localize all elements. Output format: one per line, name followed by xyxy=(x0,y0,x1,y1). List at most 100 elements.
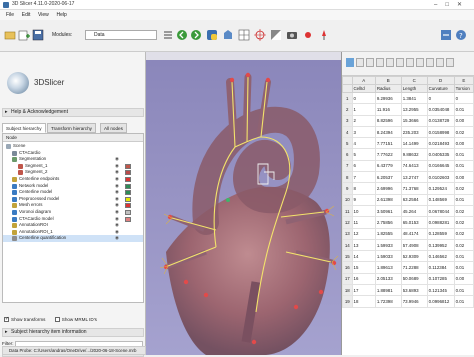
extension-manager-icon[interactable] xyxy=(222,29,234,41)
table-cell[interactable]: 3 xyxy=(351,125,376,139)
table-row[interactable]: 8 7 6.20537 13.2747 0.0102603 0.00 xyxy=(342,171,474,184)
table-cell[interactable]: 8.24394 xyxy=(374,125,402,139)
row-number[interactable]: 14 xyxy=(342,238,353,252)
table-row[interactable]: 5 4 7.77151 14.1499 0.0218493 0.00 xyxy=(342,137,474,150)
row-number[interactable]: 11 xyxy=(342,204,353,218)
layout-icon[interactable] xyxy=(238,29,250,41)
table-cell[interactable]: 7 xyxy=(351,171,376,184)
column-header[interactable]: Torsion xyxy=(453,84,474,93)
plot-icon[interactable] xyxy=(446,58,454,67)
table-cell[interactable]: 13.2955 xyxy=(400,103,428,116)
table-cell[interactable]: 16 xyxy=(351,272,376,286)
delete-row-icon[interactable] xyxy=(376,58,384,67)
row-number[interactable]: 4 xyxy=(342,125,353,139)
table-row[interactable]: 15 14 1.59033 52.9309 0.146562 0.01 xyxy=(342,250,474,263)
color-swatch[interactable] xyxy=(125,170,131,176)
table-row[interactable]: 10 9 2.61398 63.2584 0.148569 0.01 xyxy=(342,193,474,206)
row-number[interactable]: 19 xyxy=(342,295,353,308)
table-cell[interactable]: 14.1499 xyxy=(400,137,428,150)
table-cell[interactable]: 53.6893 xyxy=(400,284,428,297)
table-cell[interactable]: 0.0138729 xyxy=(426,114,455,127)
table-cell[interactable]: 0.128559 xyxy=(426,227,455,240)
table-cell[interactable]: 10 xyxy=(351,204,376,218)
table-cell[interactable]: 73.9946 xyxy=(400,295,428,308)
row-number[interactable]: 8 xyxy=(342,171,353,184)
column-header[interactable]: Curvature xyxy=(426,84,455,93)
insert-column-icon[interactable] xyxy=(366,58,374,67)
row-number[interactable]: 17 xyxy=(342,272,353,286)
help-acknowledgement-section[interactable]: Help & Acknowledgement xyxy=(2,108,144,117)
color-swatch[interactable] xyxy=(125,177,131,182)
row-number[interactable]: 6 xyxy=(342,148,353,161)
first-column-header-icon[interactable] xyxy=(416,58,424,67)
table-cell[interactable]: 0.02 xyxy=(453,125,474,139)
column-letter[interactable]: D xyxy=(426,76,455,85)
table-cell[interactable]: 8.82596 xyxy=(374,114,402,127)
view-pin-icon[interactable] xyxy=(440,29,452,41)
tree-item[interactable]: Segment_1 ◉ xyxy=(3,163,143,170)
visibility-eye-icon[interactable]: ◉ xyxy=(115,216,119,223)
row-number[interactable]: 18 xyxy=(342,284,353,297)
visibility-eye-icon[interactable]: ◉ xyxy=(115,176,119,183)
subject-info-section[interactable]: Subject hierarchy item information xyxy=(2,328,144,337)
table-cell[interactable]: 0.01 xyxy=(453,148,474,161)
table-cell[interactable]: 0.01 xyxy=(453,159,474,173)
table-cell[interactable]: 71.2288 xyxy=(400,261,428,274)
table-cell[interactable]: 0.02 xyxy=(453,216,474,229)
row-number[interactable]: 9 xyxy=(342,182,353,195)
table-cell[interactable]: 0.01 xyxy=(453,295,474,308)
menu-edit[interactable]: Edit xyxy=(22,12,31,18)
save-icon[interactable] xyxy=(32,29,44,41)
color-swatch[interactable] xyxy=(125,196,131,202)
screenshot-icon[interactable] xyxy=(286,29,298,41)
tree-item[interactable]: Centerline endpoints ◉ xyxy=(3,176,143,183)
tree-item[interactable]: Preprocessed model ◉ xyxy=(3,196,143,203)
3d-view[interactable] xyxy=(146,52,341,355)
row-number[interactable]: 16 xyxy=(342,261,353,274)
tab-all-nodes[interactable]: All nodes xyxy=(100,123,127,133)
table-row[interactable]: 14 13 1.59933 57.4908 0.139952 0.02 xyxy=(342,238,474,252)
table-cell[interactable]: 7.77622 xyxy=(374,148,402,161)
table-cell[interactable]: 2.61398 xyxy=(374,193,402,206)
table-row[interactable]: 19 18 1.72398 73.9946 0.0996812 0.01 xyxy=(342,295,474,308)
visibility-eye-icon[interactable]: ◉ xyxy=(115,183,119,190)
table-cell[interactable]: 13 xyxy=(351,238,376,252)
insert-row-icon[interactable] xyxy=(356,58,364,67)
row-number[interactable]: 3 xyxy=(342,114,353,127)
table-cell[interactable]: 57.4908 xyxy=(400,238,428,252)
table-cell[interactable]: 63.2584 xyxy=(400,193,428,206)
table-cell[interactable]: 0.0988281 xyxy=(426,216,455,229)
show-transforms-checkbox[interactable]: Show transforms xyxy=(4,316,45,323)
table-cell[interactable]: 9 xyxy=(351,193,376,206)
table-row[interactable]: 18 17 1.88981 53.6893 0.121345 0.01 xyxy=(342,284,474,297)
column-letter[interactable]: A xyxy=(351,76,376,85)
table-cell[interactable]: 0.02 xyxy=(453,227,474,240)
table-cell[interactable]: 12 xyxy=(351,227,376,240)
table-cell[interactable]: 0.01 xyxy=(453,261,474,274)
table-row[interactable]: 6 5 7.77622 9.88632 0.0405335 0.01 xyxy=(342,148,474,161)
tree-item[interactable]: AnnotationROI_1 ◉ xyxy=(3,229,143,236)
table-node-icon[interactable] xyxy=(346,58,354,67)
visibility-eye-icon[interactable]: ◉ xyxy=(115,189,119,196)
window-controls[interactable]: –□✕ xyxy=(434,1,470,8)
row-number[interactable]: 1 xyxy=(342,91,353,105)
table-row[interactable]: 12 11 2.75856 65.0153 0.0988281 0.02 xyxy=(342,216,474,229)
copy-icon[interactable] xyxy=(426,58,434,67)
table-cell[interactable]: 0.121345 xyxy=(426,284,455,297)
table-cell[interactable]: 0.129524 xyxy=(426,182,455,195)
first-row-header-icon[interactable] xyxy=(406,58,414,67)
table-cell[interactable]: 3.50961 xyxy=(374,204,402,218)
visibility-eye-icon[interactable]: ◉ xyxy=(115,235,119,242)
column-header[interactable] xyxy=(342,84,353,93)
menu-view[interactable]: View xyxy=(38,12,49,18)
table-cell[interactable]: 74.6413 xyxy=(400,159,428,173)
table-row[interactable]: 2 1 11.916 13.2955 0.0354048 0.01 xyxy=(342,103,474,116)
column-letter[interactable]: C xyxy=(400,76,428,85)
table-cell[interactable]: 17 xyxy=(351,284,376,297)
window-level-icon[interactable] xyxy=(270,29,282,41)
table-row[interactable]: 17 16 2.05133 50.0689 0.107285 0.00 xyxy=(342,272,474,286)
table-cell[interactable]: 0.00 xyxy=(453,137,474,150)
table-row[interactable]: 3 2 8.82596 15.3666 0.0138729 0.00 xyxy=(342,114,474,127)
table-cell[interactable]: 0.00 xyxy=(453,272,474,286)
table-cell[interactable]: 0 xyxy=(426,91,455,105)
